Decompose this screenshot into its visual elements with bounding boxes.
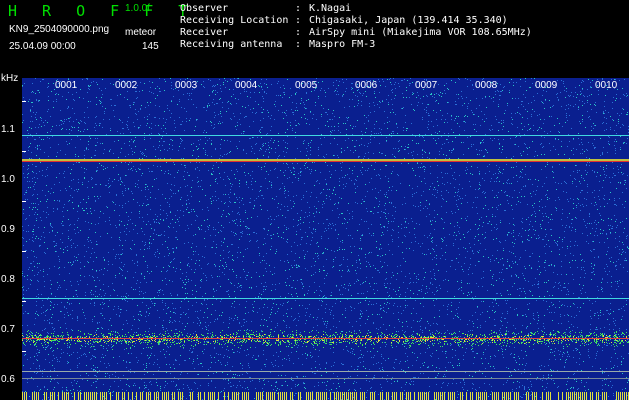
y-tick-label: 1.0 xyxy=(1,174,15,185)
station-info: Observer: K.Nagai Receiving Location: Chig… xyxy=(180,3,532,51)
mode-label: meteor xyxy=(125,27,157,38)
filename-label: KN9_2504090000.png xyxy=(9,24,110,35)
y-tick-mark xyxy=(22,101,26,102)
info-row-location: Receiving Location: Chigasaki, Japan (139… xyxy=(180,15,508,26)
y-tick-label: 0.9 xyxy=(1,224,15,235)
x-minute-label: 0006 xyxy=(355,80,378,91)
header-panel: H R O F F T 1.0.0f KN9_2504090000.png me… xyxy=(0,0,629,78)
app-title: H R O F F T xyxy=(8,2,196,20)
signal-line xyxy=(22,378,629,379)
signal-line xyxy=(22,135,629,136)
info-row-observer: Observer: K.Nagai xyxy=(180,3,352,14)
count-label: 145 xyxy=(142,41,159,52)
waterfall-background xyxy=(22,78,629,400)
spectrogram-canvas xyxy=(22,78,629,400)
info-row-antenna: Receiving antenna: Maspro FM-3 xyxy=(180,39,376,50)
y-tick-mark xyxy=(22,301,26,302)
y-tick-mark xyxy=(22,351,26,352)
y-tick-label: 0.7 xyxy=(1,324,15,335)
x-minute-label: 0008 xyxy=(475,80,498,91)
y-tick-label: 1.1 xyxy=(1,124,15,135)
signal-line xyxy=(22,338,629,339)
signal-line xyxy=(22,298,629,299)
x-minute-label: 0007 xyxy=(415,80,438,91)
y-tick-label: 0.6 xyxy=(1,374,15,385)
signal-line xyxy=(22,161,629,162)
y-tick-label: 0.8 xyxy=(1,274,15,285)
datetime-label: 25.04.09 00:00 xyxy=(9,41,76,52)
y-axis-unit: kHz xyxy=(1,73,19,84)
signal-line xyxy=(22,371,629,372)
x-minute-label: 0010 xyxy=(595,80,618,91)
y-tick-mark xyxy=(22,251,26,252)
y-tick-mark xyxy=(22,151,26,152)
x-minute-label: 0009 xyxy=(535,80,558,91)
signal-line xyxy=(22,159,629,161)
x-minute-label: 0003 xyxy=(175,80,198,91)
x-minute-label: 0005 xyxy=(295,80,318,91)
y-tick-mark xyxy=(22,201,26,202)
version-label: 1.0.0f xyxy=(125,3,151,14)
waterfall-spectrogram xyxy=(22,78,629,400)
x-minute-label: 0001 xyxy=(55,80,78,91)
x-minute-label: 0002 xyxy=(115,80,138,91)
info-row-receiver: Receiver: AirSpy mini (Miakejima VOR 108.… xyxy=(180,27,532,38)
x-minute-label: 0004 xyxy=(235,80,258,91)
